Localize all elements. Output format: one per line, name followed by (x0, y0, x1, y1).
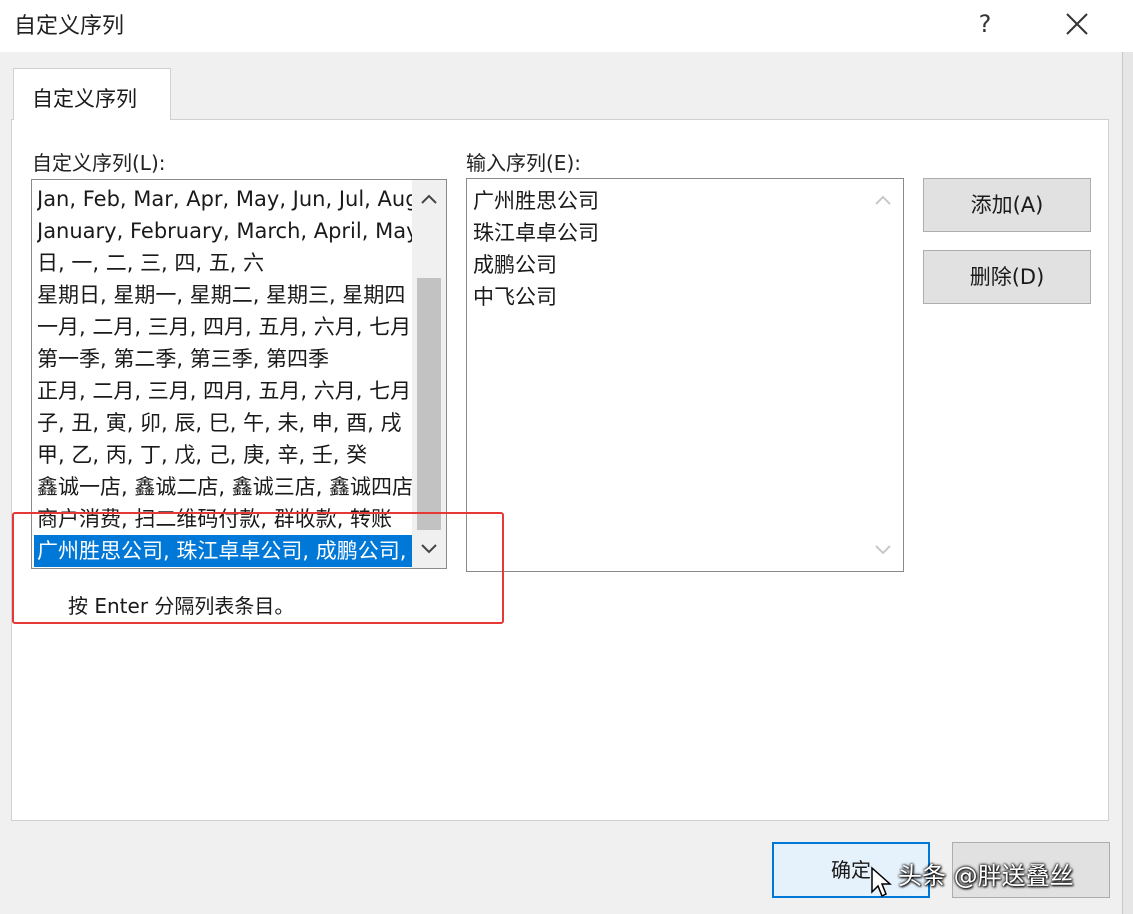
custom-lists-label: 自定义序列(L): (32, 151, 166, 175)
mouse-cursor-icon (871, 866, 892, 898)
delete-button[interactable]: 删除(D) (923, 250, 1091, 304)
list-item[interactable]: 第一季, 第二季, 第三季, 第四季 (37, 343, 412, 375)
list-item[interactable]: 正月, 二月, 三月, 四月, 五月, 六月, 七月 (37, 375, 412, 407)
list-item[interactable]: 日, 一, 二, 三, 四, 五, 六 (37, 247, 412, 279)
help-icon: ? (978, 10, 992, 38)
tab-custom-lists[interactable]: 自定义序列 (13, 68, 171, 120)
list-item[interactable]: Jan, Feb, Mar, Apr, May, Jun, Jul, Aug (37, 183, 412, 215)
help-button[interactable]: ? (962, 2, 1008, 46)
list-item[interactable]: 鑫诚一店, 鑫诚二店, 鑫诚三店, 鑫诚四店 (37, 471, 412, 503)
scroll-up-button[interactable] (412, 182, 446, 216)
title-bar: 自定义序列 ? (0, 0, 1133, 52)
entry-line: 成鹏公司 (473, 253, 557, 277)
scroll-thumb[interactable] (417, 278, 441, 530)
close-icon (1066, 13, 1088, 35)
entry-line: 珠江卓卓公司 (473, 221, 599, 245)
list-item[interactable]: January, February, March, April, May (37, 215, 412, 247)
entry-line: 广州胜思公司 (473, 189, 599, 213)
list-item[interactable]: 一月, 二月, 三月, 四月, 五月, 六月, 七月 (37, 311, 412, 343)
list-item[interactable]: 甲, 乙, 丙, 丁, 戊, 己, 庚, 辛, 壬, 癸 (37, 439, 412, 471)
add-button[interactable]: 添加(A) (923, 178, 1091, 232)
tab-label: 自定义序列 (32, 87, 137, 111)
entry-line: 中飞公司 (473, 285, 557, 309)
highlight-box (12, 512, 504, 624)
list-item[interactable]: 子, 丑, 寅, 卯, 辰, 巳, 午, 未, 申, 酉, 戌 (37, 407, 412, 439)
listbox-scrollbar[interactable] (412, 180, 446, 568)
custom-lists-listbox[interactable]: Jan, Feb, Mar, Apr, May, Jun, Jul, Aug J… (31, 179, 447, 569)
close-button[interactable] (1054, 2, 1100, 46)
chevron-down-icon (875, 545, 891, 555)
chevron-up-icon (421, 194, 437, 204)
dialog-title: 自定义序列 (14, 14, 125, 39)
window-edge (1122, 52, 1133, 914)
watermark: 头条 @胖送叠丝 (898, 862, 1074, 890)
list-entries-label: 输入序列(E): (466, 151, 581, 175)
ok-button-label: 确定 (831, 858, 871, 882)
list-entries-textarea[interactable]: 广州胜思公司 珠江卓卓公司 成鹏公司 中飞公司 (466, 178, 904, 572)
list-item[interactable]: 星期日, 星期一, 星期二, 星期三, 星期四 (37, 279, 412, 311)
chevron-up-icon (875, 195, 891, 205)
